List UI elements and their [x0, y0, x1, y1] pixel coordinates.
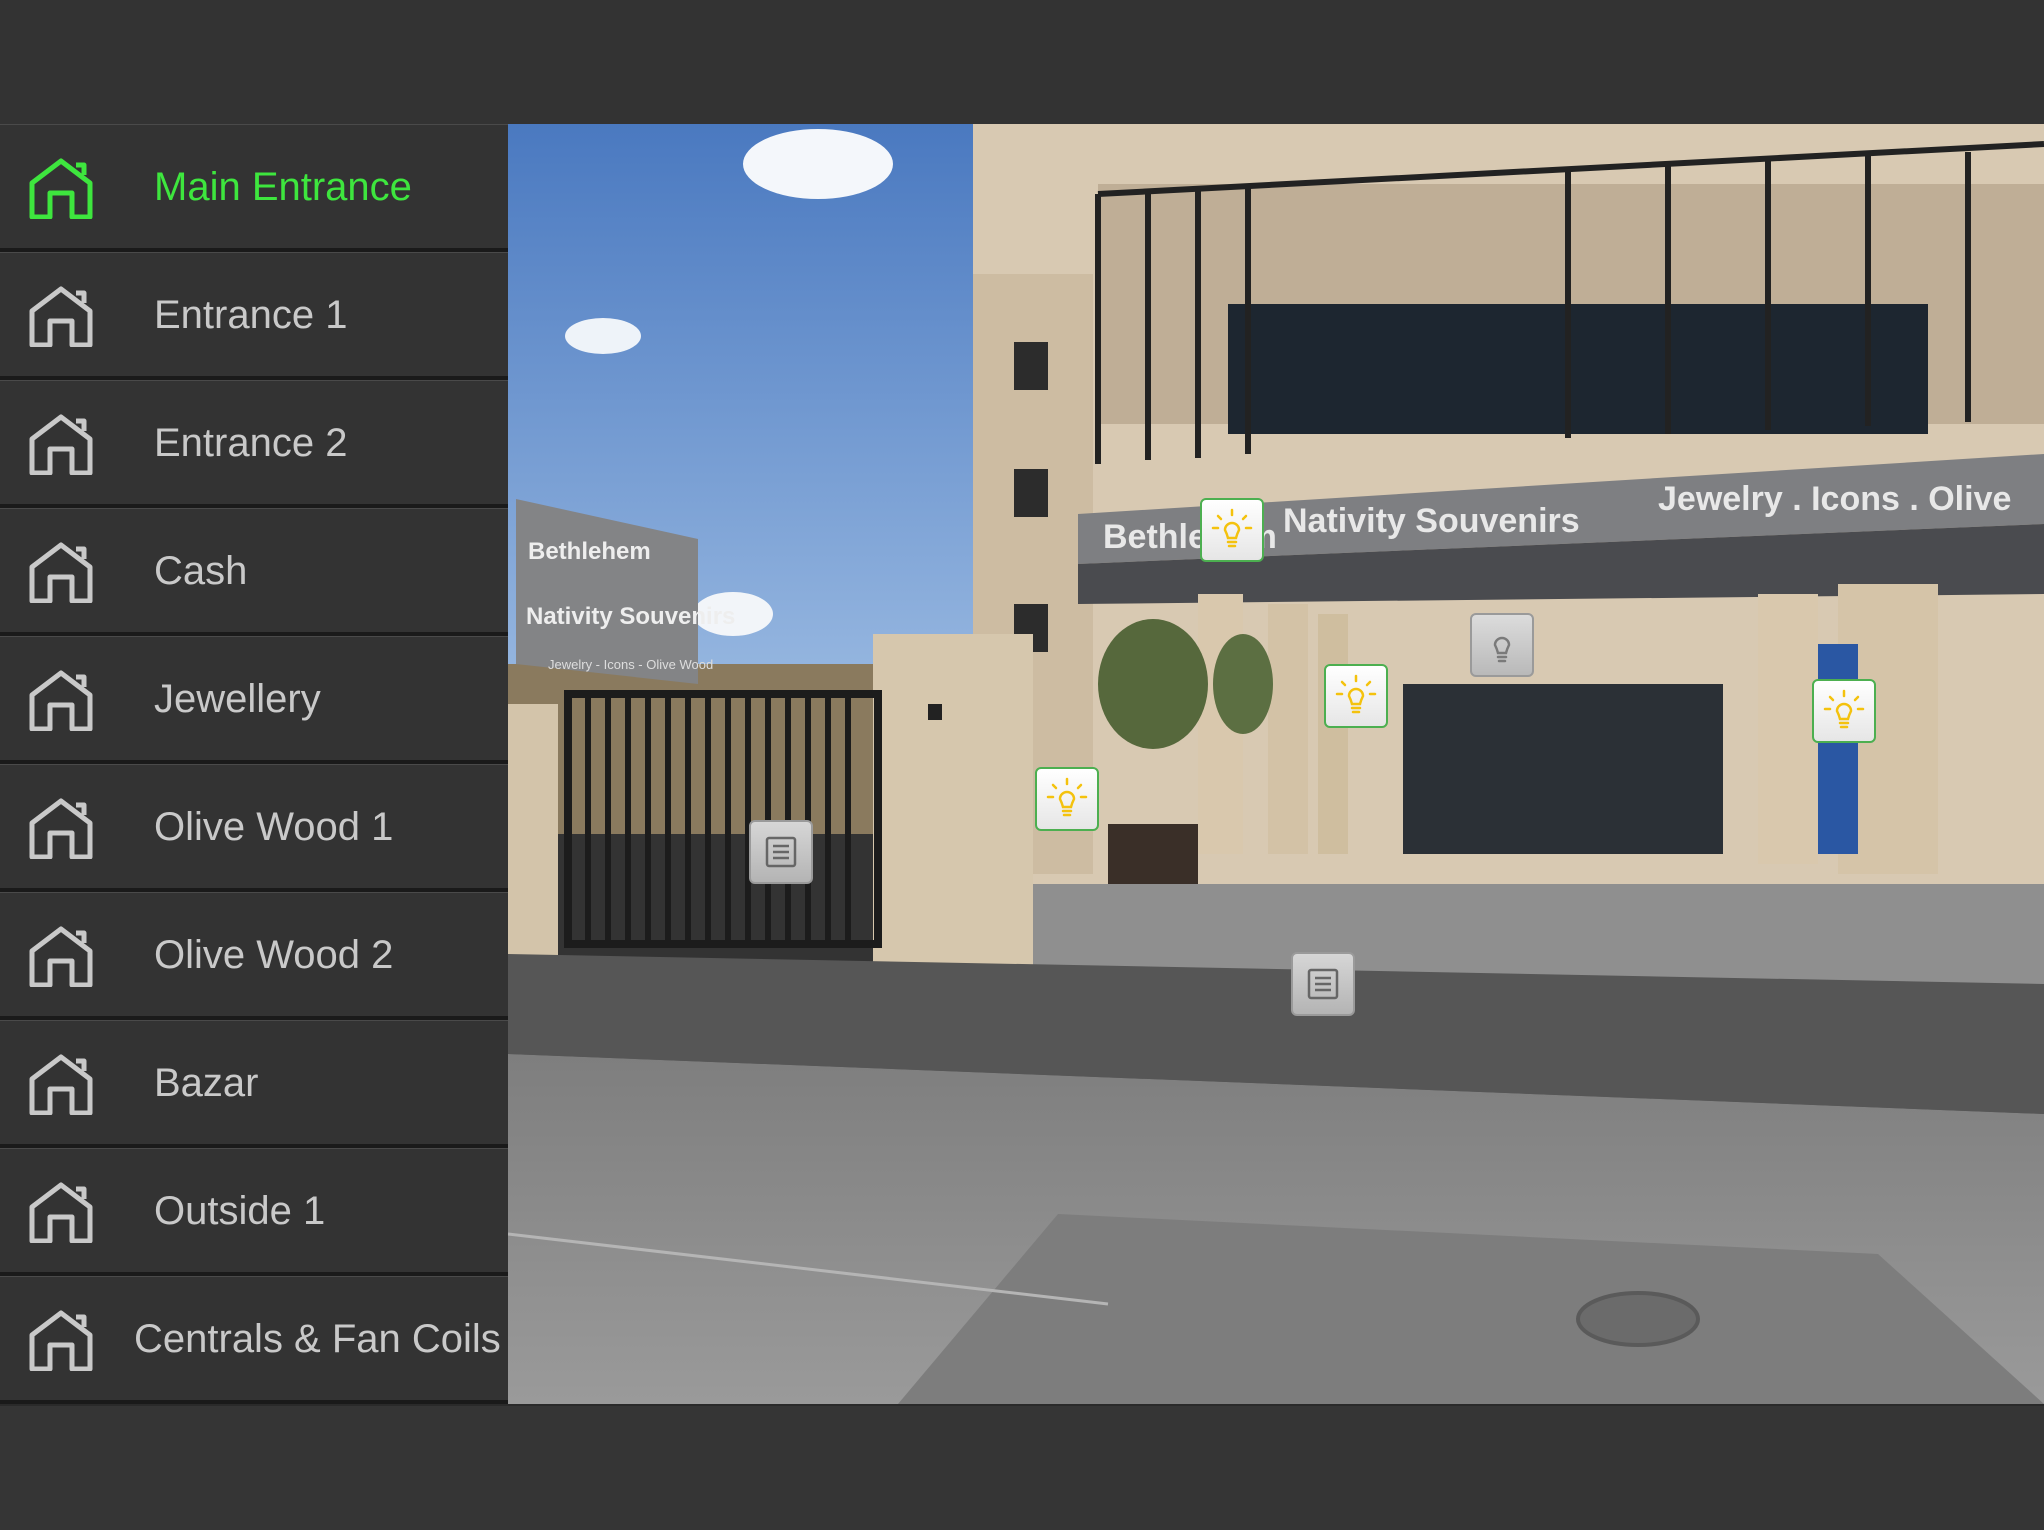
light-bulb-hotspot[interactable] — [1470, 613, 1534, 677]
light-bulb-hotspot[interactable] — [1035, 767, 1099, 831]
light-bulb-icon — [1335, 674, 1377, 714]
sidebar-item-main-entrance[interactable]: Main Entrance — [0, 124, 508, 248]
bottom-bar — [0, 1404, 2044, 1530]
sidebar-item-cash[interactable]: Cash — [0, 508, 508, 632]
sidebar-item-olive-wood-1[interactable]: Olive Wood 1 — [0, 764, 508, 888]
sidebar-item-label: Bazar — [154, 1061, 259, 1105]
building-sign-right: Jewelry . Icons . Olive — [1658, 480, 2011, 518]
sidebar-item-entrance-1[interactable]: Entrance 1 — [0, 252, 508, 376]
home-icon — [29, 1310, 93, 1371]
document-hotspot[interactable] — [1291, 952, 1355, 1016]
sidebar-item-label: Jewellery — [154, 677, 321, 721]
sidebar-item-entrance-2[interactable]: Entrance 2 — [0, 380, 508, 504]
light-bulb-hotspot[interactable] — [1324, 664, 1388, 728]
home-icon — [29, 542, 93, 603]
top-bar — [0, 0, 2044, 124]
light-bulb-icon — [1211, 508, 1253, 548]
home-icon — [29, 1182, 93, 1243]
sidebar-item-label: Entrance 1 — [154, 293, 348, 337]
pole-sign-line3: Jewelry - Icons - Olive Wood — [548, 657, 713, 672]
sidebar-item-jewellery[interactable]: Jewellery — [0, 636, 508, 760]
home-icon — [29, 158, 93, 219]
sidebar-item-label: Entrance 2 — [154, 421, 348, 465]
sidebar-item-label: Olive Wood 2 — [154, 933, 394, 977]
sidebar-item-olive-wood-2[interactable]: Olive Wood 2 — [0, 892, 508, 1016]
light-bulb-icon — [1493, 636, 1511, 663]
home-icon — [29, 798, 93, 859]
scene-illustration: Bethlehem Nativity Souvenirs Jewelry . I… — [508, 124, 2044, 1404]
building-sign-mid: Nativity Souvenirs — [1283, 502, 1580, 540]
light-bulb-icon — [1823, 689, 1865, 729]
home-icon — [29, 286, 93, 347]
sidebar-item-label: Centrals & Fan Coils — [134, 1317, 501, 1361]
sidebar-item-label: Olive Wood 1 — [154, 805, 394, 849]
sidebar-item-label: Main Entrance — [154, 165, 412, 209]
pole-sign-line2: Nativity Souvenirs — [526, 603, 735, 630]
home-icon — [29, 1054, 93, 1115]
light-bulb-hotspot[interactable] — [1812, 679, 1876, 743]
sidebar-item-outside-1[interactable]: Outside 1 — [0, 1148, 508, 1272]
sidebar-item-bazar[interactable]: Bazar — [0, 1020, 508, 1144]
sidebar-item-label: Cash — [154, 549, 248, 593]
light-bulb-icon — [1046, 777, 1088, 817]
home-icon — [29, 414, 93, 475]
document-hotspot[interactable] — [749, 820, 813, 884]
room-sidebar: Main Entrance Entrance 1 Entrance 2 Cash… — [0, 124, 508, 1404]
light-bulb-hotspot[interactable] — [1200, 498, 1264, 562]
document-list-icon — [765, 836, 797, 868]
home-icon — [29, 926, 93, 987]
room-scene-view: Bethlehem Nativity Souvenirs Jewelry . I… — [508, 124, 2044, 1404]
sidebar-item-centrals-fan-coils[interactable]: Centrals & Fan Coils — [0, 1276, 508, 1400]
document-list-icon — [1307, 968, 1339, 1000]
home-icon — [29, 670, 93, 731]
pole-sign-line1: Bethlehem — [528, 538, 651, 565]
sidebar-item-label: Outside 1 — [154, 1189, 326, 1233]
